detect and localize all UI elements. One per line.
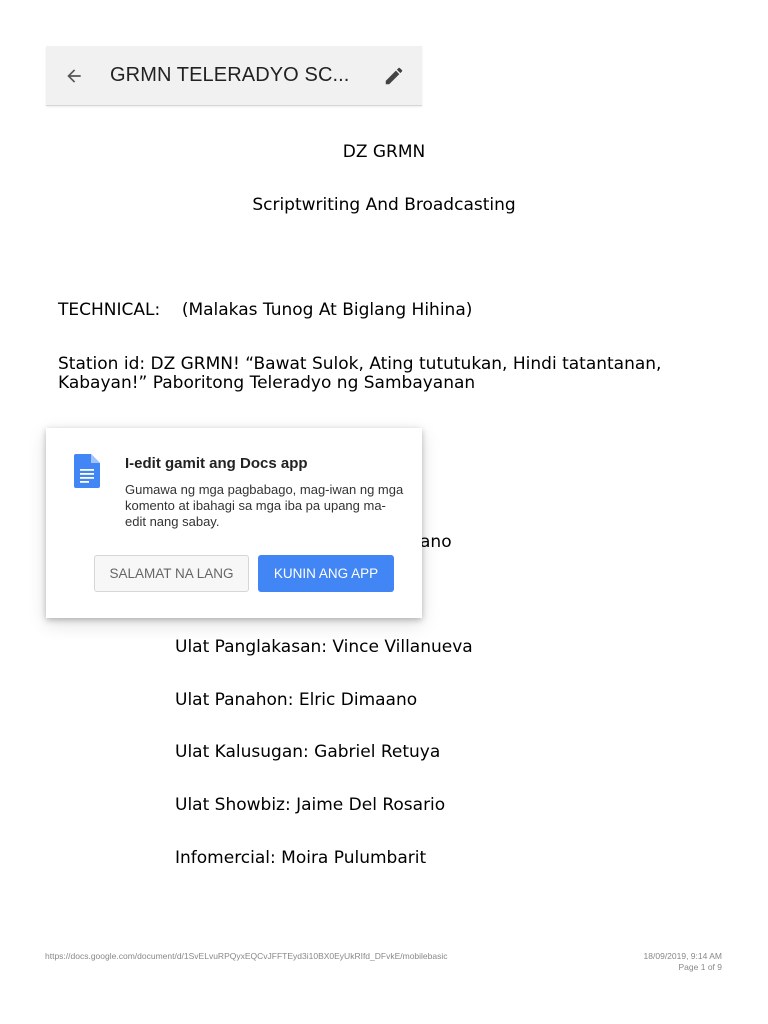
app-bar: GRMN TELERADYO SC... <box>46 46 422 106</box>
footer-url: https://docs.google.com/document/d/1SvEL… <box>45 951 448 961</box>
roster-item: Ulat Kalusugan: Gabriel Retuya <box>175 742 441 762</box>
footer-meta: 18/09/2019, 9:14 AM Page 1 of 9 <box>644 951 722 973</box>
roster-item: Ulat Panglakasan: Vince Villanueva <box>175 637 473 657</box>
doc-heading: DZ GRMN <box>342 142 426 162</box>
roster-item: Infomercial: Moira Pulumbarit <box>175 848 427 868</box>
partial-text-fragment: ano <box>420 532 452 552</box>
footer-page-number: Page 1 of 9 <box>678 962 722 972</box>
document-title: GRMN TELERADYO SC... <box>110 64 350 86</box>
page: GRMN TELERADYO SC... DZ GRMN Scriptwriti… <box>0 0 768 1024</box>
dismiss-button[interactable]: SALAMAT NA LANG <box>94 555 249 592</box>
roster-item: Ulat Showbiz: Jaime Del Rosario <box>175 795 446 815</box>
edit-button[interactable] <box>366 46 422 105</box>
footer-datetime: 18/09/2019, 9:14 AM <box>643 951 722 961</box>
back-button[interactable] <box>46 46 102 105</box>
technical-line: TECHNICAL: (Malakas Tunog At Biglang Hih… <box>58 300 473 320</box>
get-app-button[interactable]: KUNIN ANG APP <box>258 555 394 592</box>
arrow-back-icon <box>67 68 81 83</box>
station-id-paragraph: Station id: DZ GRMN! “Bawat Sulok, Ating… <box>58 354 662 393</box>
pencil-icon <box>385 67 403 84</box>
doc-subheading: Scriptwriting And Broadcasting <box>252 195 516 215</box>
popup-title: I-edit gamit ang Docs app <box>125 455 308 472</box>
popup-body: Gumawa ng mga pagbabago, mag-iwan ng mga… <box>125 482 404 529</box>
google-docs-icon <box>74 454 100 488</box>
docs-app-promo-popup: I-edit gamit ang Docs app Gumawa ng mga … <box>46 428 422 618</box>
roster-item: Ulat Panahon: Elric Dimaano <box>175 690 418 710</box>
